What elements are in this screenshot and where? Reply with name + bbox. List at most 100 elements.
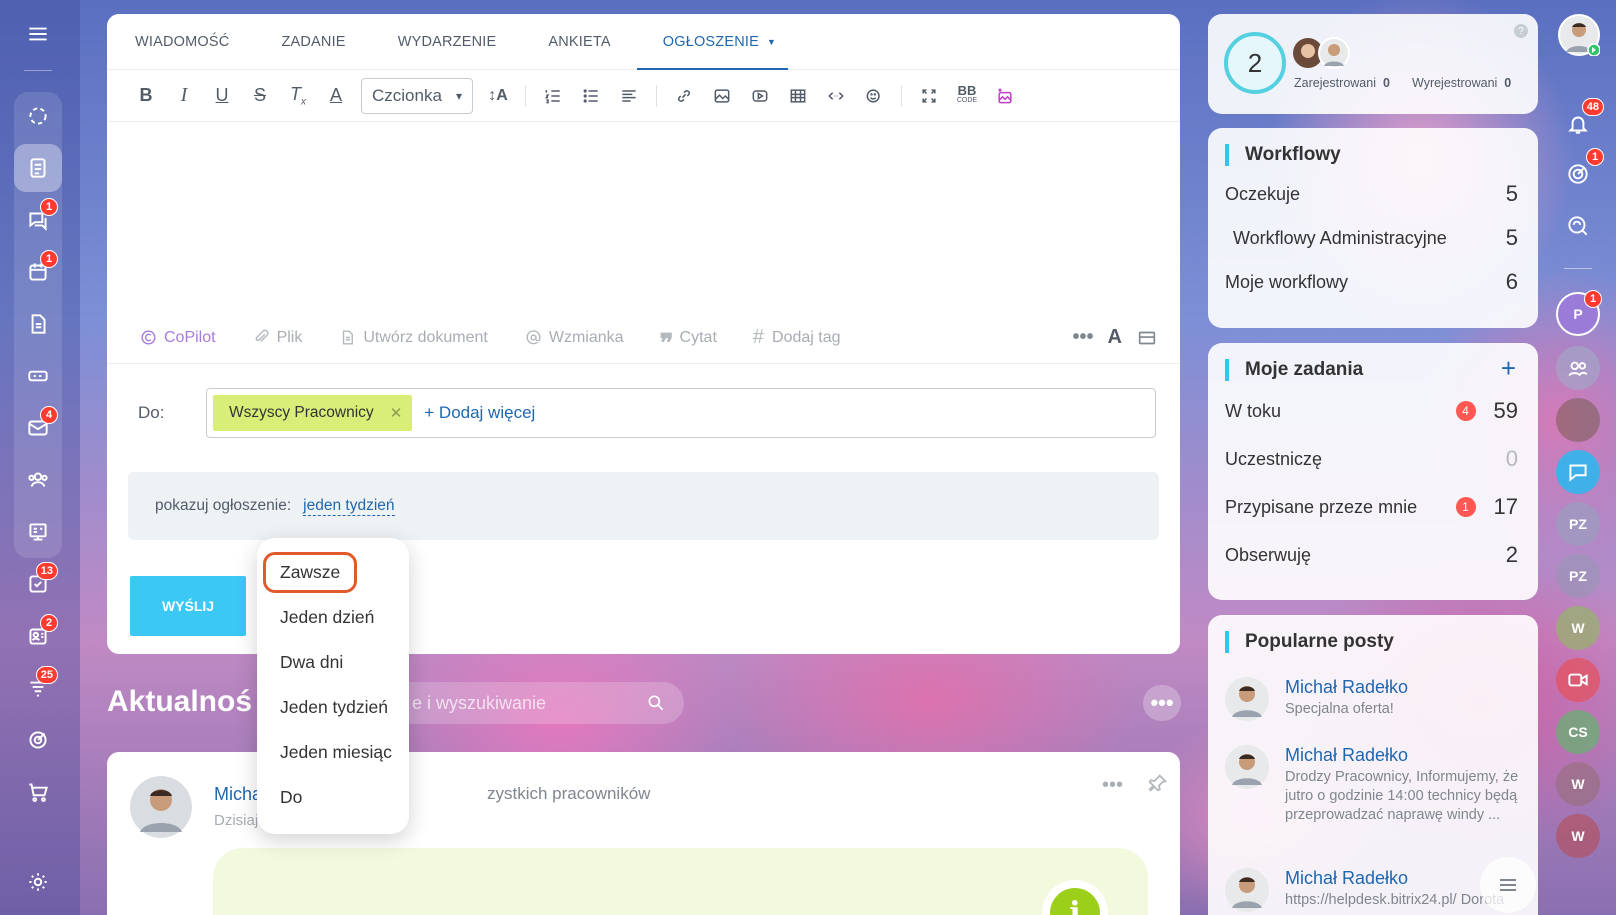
text-style-icon[interactable]: A	[1108, 326, 1122, 349]
sidebar-item-copilot[interactable]	[14, 92, 62, 140]
fullscreen-button[interactable]	[910, 78, 948, 114]
popular-posts-title[interactable]: Popularne posty	[1225, 631, 1538, 653]
sidebar-item-contacts[interactable]: 2	[14, 612, 62, 660]
workflow-row[interactable]: Oczekuje 5	[1208, 172, 1538, 216]
font-select[interactable]: Czcionka ▾	[361, 77, 473, 114]
emoji-button[interactable]	[855, 78, 893, 114]
contact-p[interactable]: P1	[1556, 290, 1602, 336]
show-announcement-duration-link[interactable]: jeden tydzień	[303, 497, 395, 516]
menu-icon[interactable]	[14, 10, 62, 58]
sidebar-item-goals[interactable]	[14, 716, 62, 764]
post-author-link[interactable]: Micha	[214, 784, 262, 805]
feed-search-input[interactable]: e i wyszukiwanie	[380, 682, 684, 724]
list-menu-button[interactable]	[1480, 857, 1536, 913]
workflow-row[interactable]: Workflowy Administracyjne 5	[1208, 216, 1538, 260]
table-button[interactable]	[779, 78, 817, 114]
task-row[interactable]: Uczestniczę 0	[1208, 435, 1538, 483]
dropdown-option-one-month[interactable]: Jeden miesiąc	[257, 730, 409, 775]
avatar[interactable]	[1292, 36, 1350, 70]
sidebar-item-calendar[interactable]: 1	[14, 248, 62, 296]
tasks-title[interactable]: Moje zadania	[1225, 359, 1538, 381]
contact-cs[interactable]: CS	[1556, 710, 1600, 754]
contact-photo[interactable]	[1556, 398, 1600, 442]
copilot-button[interactable]: CoPilot	[139, 328, 216, 347]
message-editor[interactable]	[107, 122, 1180, 312]
file-button[interactable]: Plik	[252, 328, 302, 347]
task-row[interactable]: W toku 4 59	[1208, 387, 1538, 435]
sidebar-item-chat[interactable]: 1	[14, 196, 62, 244]
add-more-link[interactable]: + Dodaj więcej	[424, 403, 535, 423]
bbcode-button[interactable]: BB CODE	[948, 78, 986, 114]
task-row[interactable]: Przypisane przeze mnie 1 17	[1208, 483, 1538, 531]
add-tag-button[interactable]: # Dodaj tag	[753, 326, 841, 349]
mention-button[interactable]: Wzmianka	[524, 328, 624, 347]
activity-button[interactable]: 1	[1556, 148, 1604, 196]
group-chat-button[interactable]	[1556, 346, 1600, 390]
sidebar-item-board[interactable]	[14, 508, 62, 556]
sidebar-item-settings[interactable]	[14, 858, 62, 906]
workflow-row[interactable]: Moje workflowy 6	[1208, 260, 1538, 304]
link-button[interactable]	[665, 78, 703, 114]
dropdown-option-one-week[interactable]: Jeden tydzień	[257, 685, 409, 730]
chat-bubble-button[interactable]	[1556, 450, 1600, 494]
panel-toggle-icon[interactable]	[1136, 327, 1158, 349]
help-icon[interactable]: ?	[1514, 24, 1528, 38]
dropdown-option-always[interactable]: Zawsze	[257, 550, 409, 595]
notifications-button[interactable]: 48	[1556, 98, 1604, 146]
bullet-list-button[interactable]	[572, 78, 610, 114]
tab-event[interactable]: WYDARZENIE	[372, 14, 523, 69]
contact-pz-2[interactable]: PZ	[1556, 554, 1600, 598]
sidebar-item-documents[interactable]	[14, 300, 62, 348]
popular-post-author[interactable]: Michał Radełko	[1285, 677, 1520, 698]
add-task-icon[interactable]: +	[1501, 353, 1516, 384]
tab-announcement[interactable]: OGŁOSZENIE ▼	[636, 14, 802, 70]
contact-w-3[interactable]: W	[1556, 814, 1600, 858]
contact-w-1[interactable]: W	[1556, 606, 1600, 650]
popular-post-item[interactable]: Michał Radełko Specjalna oferta!	[1225, 677, 1520, 721]
popular-post-item[interactable]: Michał Radełko https://helpdesk.bitrix24.…	[1225, 868, 1520, 912]
numbered-list-button[interactable]	[534, 78, 572, 114]
dropdown-option-one-day[interactable]: Jeden dzień	[257, 595, 409, 640]
sidebar-item-shop[interactable]	[14, 768, 62, 816]
send-button[interactable]: WYŚLIJ	[130, 576, 246, 636]
contact-w-2[interactable]: W	[1556, 762, 1600, 806]
code-button[interactable]	[817, 78, 855, 114]
dropdown-option-two-days[interactable]: Dwa dni	[257, 640, 409, 685]
remove-chip-icon[interactable]: ✕	[390, 404, 403, 422]
sidebar-item-employees[interactable]	[14, 456, 62, 504]
avatar[interactable]	[130, 776, 192, 838]
video-button[interactable]	[741, 78, 779, 114]
popular-post-author[interactable]: Michał Radełko	[1285, 745, 1520, 766]
avatar[interactable]	[1558, 14, 1600, 56]
quote-button[interactable]: ❞ Cytat	[660, 328, 717, 356]
pin-icon[interactable]	[1147, 772, 1169, 794]
underline-button[interactable]: U	[203, 78, 241, 114]
video-call-button[interactable]	[1556, 658, 1600, 702]
sidebar-item-tasks[interactable]: 13	[14, 560, 62, 608]
sidebar-item-filters[interactable]: 25	[14, 664, 62, 712]
sidebar-item-drive[interactable]	[14, 352, 62, 400]
popular-post-item[interactable]: Michał Radełko Drodzy Pracownicy, Informu…	[1225, 745, 1520, 825]
image-button[interactable]	[703, 78, 741, 114]
search-button[interactable]	[1556, 204, 1600, 248]
align-button[interactable]	[610, 78, 648, 114]
sidebar-item-feed[interactable]	[14, 144, 62, 192]
registration-count[interactable]: 2	[1224, 32, 1286, 94]
font-size-button[interactable]: ↕A	[479, 78, 517, 114]
contact-pz-1[interactable]: PZ	[1556, 502, 1600, 546]
strikethrough-button[interactable]: S	[241, 78, 279, 114]
more-dots-icon[interactable]: •••	[1073, 326, 1094, 349]
workflows-title[interactable]: Workflowy	[1225, 144, 1538, 166]
tab-task[interactable]: ZADANIE	[255, 14, 371, 69]
bold-button[interactable]: B	[127, 78, 165, 114]
tab-poll[interactable]: ANKIETA	[522, 14, 636, 69]
post-menu-icon[interactable]: •••	[1102, 774, 1123, 797]
tab-message[interactable]: WIADOMOŚĆ	[135, 14, 255, 69]
create-document-button[interactable]: Utwórz dokument	[338, 328, 488, 347]
feed-more-button[interactable]: •••	[1143, 685, 1181, 721]
task-row[interactable]: Obserwuję 2	[1208, 531, 1538, 579]
recipient-field[interactable]: Wszyscy Pracownicy ✕ + Dodaj więcej	[206, 388, 1156, 438]
text-color-button[interactable]: A	[317, 78, 355, 114]
italic-button[interactable]: I	[165, 78, 203, 114]
dropdown-option-until[interactable]: Do	[257, 775, 409, 820]
